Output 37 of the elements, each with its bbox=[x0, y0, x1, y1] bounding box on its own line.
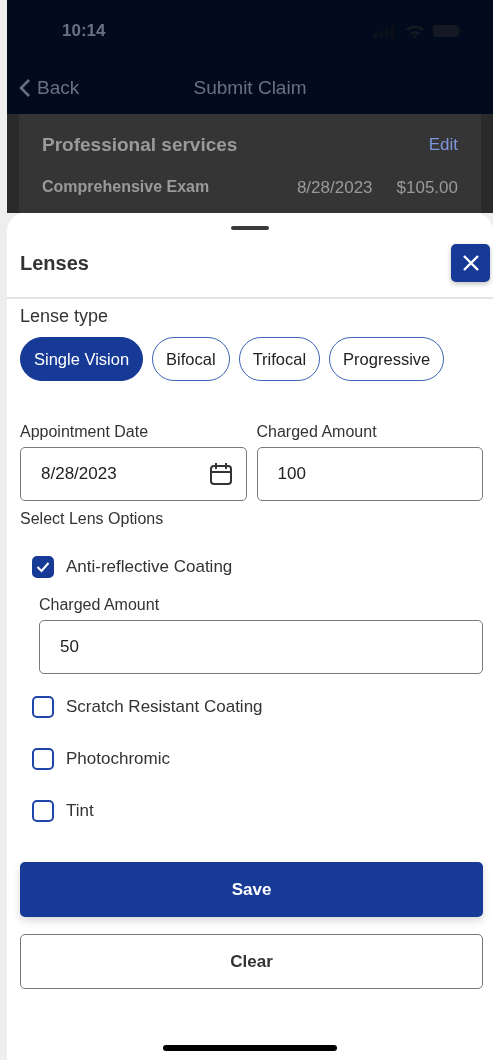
edit-link[interactable]: Edit bbox=[428, 135, 458, 155]
back-button[interactable]: Back bbox=[19, 77, 80, 99]
lens-type-chip[interactable]: Progressive bbox=[329, 337, 445, 381]
clear-button[interactable]: Clear bbox=[20, 934, 483, 989]
drag-handle[interactable] bbox=[231, 226, 269, 230]
date-field[interactable]: 8/28/2023 bbox=[20, 447, 247, 501]
checkbox[interactable] bbox=[32, 800, 54, 822]
card-title: Professional services bbox=[42, 134, 238, 156]
service-amount: $105.00 bbox=[396, 178, 458, 198]
field-label: Charged Amount bbox=[256, 423, 378, 441]
option-label: Scratch Resistant Coating bbox=[66, 697, 263, 717]
checkbox[interactable] bbox=[32, 696, 54, 718]
calendar-icon[interactable] bbox=[207, 461, 234, 487]
checkbox[interactable] bbox=[32, 748, 54, 770]
checkmark-icon[interactable] bbox=[36, 561, 50, 573]
save-button[interactable]: Save bbox=[20, 862, 483, 917]
service-name: Comprehensive Exam bbox=[42, 178, 211, 197]
input-field[interactable]: 100 bbox=[256, 447, 483, 501]
field-label: Charged Amount bbox=[39, 596, 161, 614]
lens-type-chip[interactable]: Trifocal bbox=[238, 337, 321, 381]
section-label: Select Lens Options bbox=[20, 510, 165, 528]
sheet-title: Lenses bbox=[20, 251, 89, 275]
field-label: Appointment Date bbox=[20, 423, 150, 441]
close-icon[interactable] bbox=[461, 254, 480, 272]
service-date: 8/28/2023 bbox=[296, 178, 373, 198]
lens-type-chip[interactable]: Bifocal bbox=[152, 337, 230, 381]
back-chevron-icon[interactable] bbox=[19, 78, 31, 98]
section-label: Lense type bbox=[20, 306, 110, 327]
input-field[interactable]: 50 bbox=[39, 620, 483, 674]
close-button[interactable] bbox=[451, 244, 490, 282]
option-label: Photochromic bbox=[66, 749, 170, 769]
option-label: Anti-reflective Coating bbox=[66, 557, 233, 577]
status-time: 10:14 bbox=[62, 21, 106, 41]
option-label: Tint bbox=[66, 801, 94, 821]
checkbox[interactable] bbox=[32, 556, 54, 578]
screen-title: Submit Claim bbox=[193, 77, 307, 98]
lens-type-chip[interactable]: Single Vision bbox=[20, 337, 144, 381]
